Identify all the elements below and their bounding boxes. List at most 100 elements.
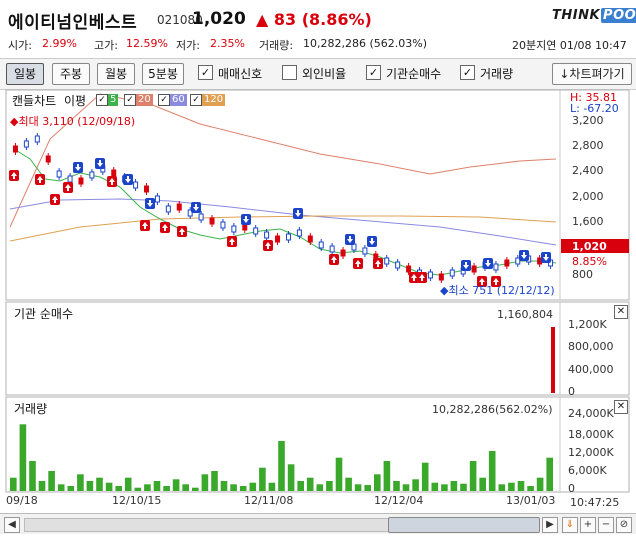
volume-bar	[249, 482, 257, 491]
candle-body	[504, 259, 510, 267]
volume-bar	[450, 481, 458, 491]
candle-body	[471, 265, 477, 273]
candle-body	[23, 140, 29, 148]
volume-bar	[441, 484, 448, 491]
volume-bar	[172, 479, 180, 491]
volume-bar	[268, 482, 276, 491]
volume-bar	[335, 457, 343, 491]
ma20-checkbox[interactable]: ✓	[124, 94, 136, 106]
candle-body	[449, 269, 455, 277]
scroll-track[interactable]	[24, 518, 390, 532]
trade-signal-checkbox[interactable]: ✓	[198, 65, 213, 80]
candle-body	[89, 171, 95, 179]
vol-tick: 0	[568, 482, 575, 495]
volume-bar	[469, 461, 477, 491]
chart-scrollbar[interactable]: ◀ ▶ ⇓ + − ⊘	[0, 513, 636, 534]
scroll-thumb[interactable]	[388, 517, 540, 533]
volume-bar	[393, 481, 400, 491]
max-price-text: 최대 3,110 (12/09/18)	[18, 115, 136, 128]
institution-net-bar	[551, 327, 555, 393]
fast-forward-icon[interactable]: ⇓	[562, 517, 578, 533]
candle-body	[12, 145, 18, 153]
monthly-button[interactable]: 월봉	[97, 63, 135, 85]
candle-body	[78, 177, 84, 185]
volume-bar	[86, 481, 94, 491]
volume-bar	[57, 484, 65, 491]
volume-bar	[259, 467, 266, 491]
volume-bar	[536, 477, 544, 491]
low-value: 2.35%	[210, 37, 245, 50]
volume-bar	[38, 481, 46, 491]
volume-bar	[19, 424, 27, 491]
open-label: 시가:	[8, 39, 32, 52]
volume-bar	[29, 461, 36, 491]
candle-body	[220, 221, 226, 229]
daily-button[interactable]: 일봉	[6, 63, 44, 85]
current-price-tag-text: 1,020	[572, 240, 607, 253]
volume-bar	[508, 482, 515, 491]
candle-body	[384, 257, 390, 265]
volume-bar	[431, 482, 439, 491]
candle-body	[176, 203, 182, 211]
volume-bar	[96, 477, 103, 491]
weekly-button[interactable]: 주봉	[52, 63, 90, 85]
five-min-button[interactable]: 5분봉	[142, 63, 184, 85]
candle-body	[406, 265, 412, 273]
price-tick: 2,400	[572, 164, 604, 177]
volume-bar	[527, 486, 534, 491]
volume-bar	[364, 485, 371, 491]
volume-checkbox[interactable]: ✓	[460, 65, 475, 80]
expand-chart-button[interactable]: ↓차트펴가기	[552, 63, 632, 85]
volume-bar	[297, 481, 304, 491]
up-arrow-icon: ▲	[256, 10, 269, 29]
volume-bar	[182, 484, 189, 491]
candle-body	[253, 227, 259, 235]
volume-bar	[48, 471, 55, 491]
current-price: 1,020	[192, 9, 246, 29]
price-tick: 800	[572, 268, 593, 281]
volume-bar	[488, 451, 496, 491]
volume-bar	[498, 484, 506, 491]
volume-value-label: 10,282,286(562.02%)	[432, 403, 553, 416]
ma120-checkbox[interactable]: ✓	[190, 94, 202, 106]
x-axis-label: 12/12/04	[374, 494, 424, 507]
price-tick: 2,000	[572, 190, 604, 203]
scroll-right-icon[interactable]: ▶	[542, 517, 558, 533]
header: 에이티넘인베스트 021080 1,020 ▲ 83 (8.86%) THINK…	[0, 0, 636, 58]
low-label: 저가:	[176, 39, 200, 52]
reset-zoom-icon[interactable]: ⊘	[616, 517, 632, 533]
open-value: 2.99%	[42, 37, 77, 50]
volume-bar	[192, 487, 199, 491]
candle-body	[340, 249, 346, 257]
institution-close-icon[interactable]: ✕	[614, 305, 628, 319]
zoom-in-icon[interactable]: +	[580, 517, 596, 533]
price-change-value: 83 (8.86%)	[273, 10, 372, 29]
volume-bar	[163, 486, 170, 491]
high-value: 12.59%	[126, 37, 168, 50]
ma60-checkbox[interactable]: ✓	[158, 94, 170, 106]
institution-panel-title: 기관 순매수	[14, 307, 74, 321]
ma20-legend: 20	[136, 94, 153, 106]
stock-chart: 1,020 8.85%	[5, 89, 630, 493]
candle-body	[438, 273, 444, 281]
foreign-ratio-checkbox[interactable]	[282, 65, 297, 80]
candle-body	[318, 241, 324, 249]
min-price-annotation: ◆최소 751 (12/12/12)	[440, 284, 555, 297]
candle-body	[144, 185, 149, 193]
ma5-checkbox[interactable]: ✓	[96, 94, 108, 106]
volume-bar	[316, 484, 324, 491]
moving-average-label: 이평	[64, 94, 87, 108]
institution-net-checkbox[interactable]: ✓	[366, 65, 381, 80]
volume-bar	[326, 481, 333, 491]
volume-bar	[77, 474, 84, 491]
volume-bar	[412, 479, 419, 491]
zoom-out-icon[interactable]: −	[598, 517, 614, 533]
candle-body	[67, 175, 73, 183]
candle-body	[111, 169, 117, 177]
logo-think: THINK	[552, 8, 601, 23]
volume-bar	[239, 486, 247, 491]
volume-close-icon[interactable]: ✕	[614, 400, 628, 414]
scroll-left-icon[interactable]: ◀	[4, 517, 20, 533]
x-axis-label: 09/18	[6, 494, 38, 507]
x-axis-time: 10:47:25	[570, 496, 620, 509]
